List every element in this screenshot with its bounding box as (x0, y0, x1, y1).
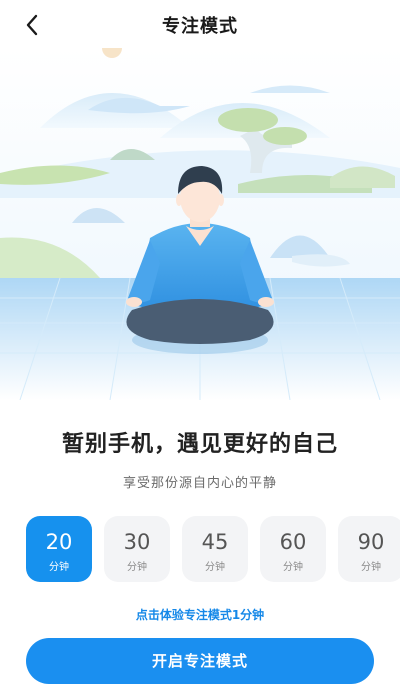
start-focus-button[interactable]: 开启专注模式 (26, 638, 374, 684)
duration-option-45[interactable]: 45 分钟 (182, 516, 248, 582)
duration-value: 30 (123, 530, 151, 554)
duration-options: 20 分钟 30 分钟 45 分钟 60 分钟 90 分钟 (26, 516, 400, 582)
trial-one-minute-link[interactable]: 点击体验专注模式1分钟 (0, 606, 400, 623)
duration-value: 60 (279, 530, 307, 554)
subline: 享受那份源自内心的平静 (122, 476, 277, 491)
duration-option-20[interactable]: 20 分钟 (26, 516, 92, 582)
duration-value: 20 (45, 530, 73, 554)
duration-option-90[interactable]: 90 分钟 (338, 516, 400, 582)
duration-option-60[interactable]: 60 分钟 (260, 516, 326, 582)
duration-value: 90 (357, 530, 385, 554)
duration-unit: 分钟 (361, 562, 381, 573)
meditation-scene-image (0, 38, 400, 401)
duration-value: 45 (201, 530, 229, 554)
duration-unit: 分钟 (49, 562, 69, 573)
headline: 暂别手机，遇见更好的自己 (61, 432, 338, 457)
duration-option-30[interactable]: 30 分钟 (104, 516, 170, 582)
header-bar: 专注模式 (0, 0, 400, 48)
duration-unit: 分钟 (205, 562, 225, 573)
duration-unit: 分钟 (283, 562, 303, 573)
page-title: 专注模式 (162, 16, 238, 37)
duration-unit: 分钟 (127, 562, 147, 573)
meditation-illustration (0, 38, 400, 401)
